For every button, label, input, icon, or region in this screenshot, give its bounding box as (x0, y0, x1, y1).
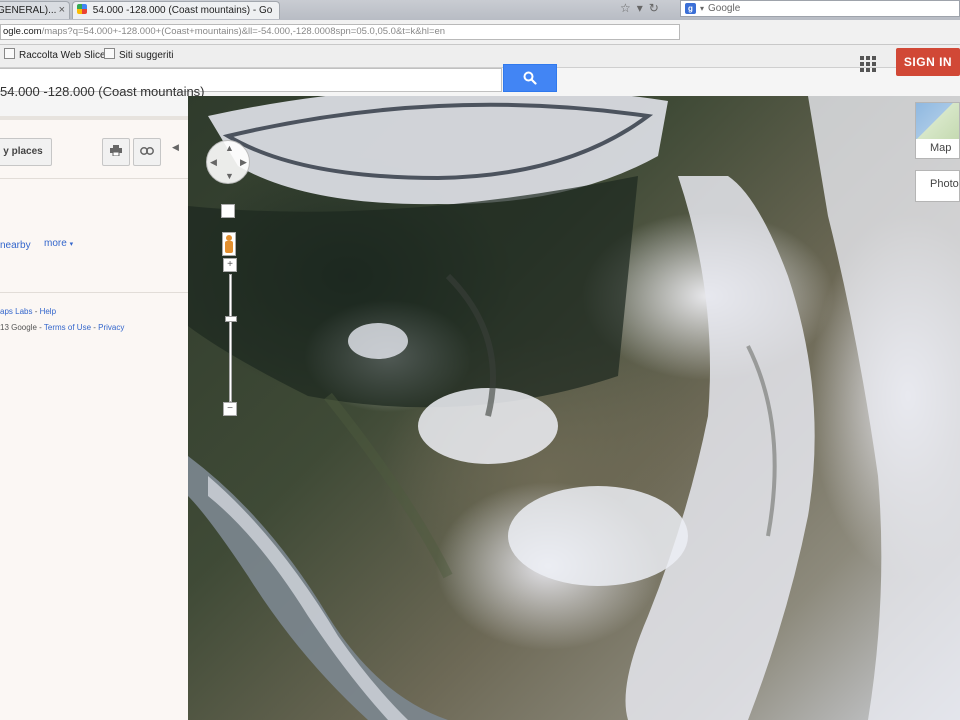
more-link[interactable]: more ▾ (44, 238, 73, 249)
tab-title: 54.000 -128.000 (Coast mountains) - Go (92, 5, 273, 16)
refresh-icon[interactable]: ↻ (649, 1, 665, 15)
maps-labs-link[interactable]: aps Labs (0, 307, 32, 316)
apps-grid-icon[interactable] (860, 56, 876, 72)
zoom-slider-handle[interactable] (225, 316, 237, 322)
browser-tab-general[interactable]: GENERAL)... × (0, 1, 70, 19)
my-places-button[interactable]: y places (0, 138, 52, 166)
privacy-link[interactable]: Privacy (98, 323, 124, 332)
bookmarks-bar: Raccolta Web Slice Siti suggeriti (0, 45, 960, 68)
pan-right-icon[interactable]: ▶ (240, 157, 247, 168)
pan-left-icon[interactable]: ◀ (210, 157, 217, 168)
map-thumbnail (916, 103, 959, 139)
suggested-sites-icon (104, 48, 115, 59)
star-icon[interactable]: ☆ (620, 1, 637, 15)
link-button[interactable] (133, 138, 161, 166)
link-icon (140, 147, 154, 155)
sign-in-button[interactable]: SIGN IN (896, 48, 960, 76)
pan-up-icon[interactable]: ▲ (225, 143, 234, 153)
google-maps-favicon-icon (77, 4, 87, 14)
search-nearby-link[interactable]: nearby (0, 240, 31, 251)
footer-links-row-1: aps Labs - Help (0, 307, 57, 316)
address-bar[interactable]: ogle.com/maps?q=54.000+-128.000+(Coast+m… (0, 24, 680, 40)
print-icon (110, 145, 122, 157)
zoom-reset-button[interactable] (221, 204, 235, 218)
search-button[interactable] (503, 64, 557, 92)
tab-title: GENERAL)... (0, 5, 57, 16)
zoom-out-button[interactable]: − (223, 402, 237, 416)
copyright-text: 13 Google (0, 323, 37, 332)
photo-type-label: Photo (930, 178, 959, 190)
zoom-slider-track[interactable] (229, 274, 232, 402)
toolbar-icons: ☆▾↻ (620, 1, 665, 15)
pan-down-icon[interactable]: ▼ (225, 171, 234, 181)
close-icon[interactable]: × (59, 2, 65, 19)
pan-control[interactable]: ▲ ▼ ◀ ▶ (206, 140, 250, 184)
web-slice-icon (4, 48, 15, 59)
map-type-label: Map (930, 142, 952, 154)
dropdown-arrow-icon[interactable]: ▾ (637, 1, 649, 15)
divider (0, 292, 188, 293)
divider (0, 178, 188, 179)
satellite-terrain-image (188, 96, 960, 720)
print-button[interactable] (102, 138, 130, 166)
pegman-street-view-icon[interactable] (222, 232, 236, 256)
left-panel: y places ◀ nearby more ▾ aps Labs - Help… (0, 120, 193, 720)
collapse-panel-icon[interactable]: ◀ (172, 142, 179, 153)
zoom-in-button[interactable]: + (223, 258, 237, 272)
map-type-map-button[interactable]: Map (915, 102, 960, 159)
bookmark-suggested-sites[interactable]: Siti suggeriti (104, 45, 173, 67)
search-engine-dropdown-icon[interactable]: ▾ (700, 4, 704, 13)
url-domain: ogle.com (3, 26, 42, 37)
satellite-map[interactable]: ▲ ▼ ◀ ▶ + − Map Photo (188, 96, 960, 720)
bookmark-label: Raccolta Web Slice (19, 50, 106, 61)
search-engine-label: Google (708, 3, 741, 14)
footer-links-row-2: 13 Google - Terms of Use - Privacy (0, 323, 125, 332)
search-icon (523, 71, 537, 85)
map-type-photo-button[interactable]: Photo (915, 170, 960, 202)
terms-link[interactable]: Terms of Use (44, 323, 91, 332)
browser-search-box[interactable]: g ▾ Google (680, 0, 960, 17)
bookmark-label: Siti suggeriti (119, 50, 174, 61)
browser-tab-bar: GENERAL)... × 54.000 -128.000 (Coast mou… (0, 0, 960, 21)
more-label: more (44, 238, 67, 249)
google-search-engine-icon[interactable]: g (685, 3, 696, 14)
help-link[interactable]: Help (40, 307, 56, 316)
browser-tab-maps[interactable]: 54.000 -128.000 (Coast mountains) - Go (72, 1, 280, 19)
url-path: /maps?q=54.000+-128.000+(Coast+mountains… (41, 26, 446, 37)
chevron-down-icon: ▾ (69, 241, 74, 248)
query-title: 54.000 -128.000 (Coast mountains) (0, 84, 205, 99)
bookmark-web-slice[interactable]: Raccolta Web Slice (4, 45, 106, 67)
url-bar-row: ogle.com/maps?q=54.000+-128.000+(Coast+m… (0, 20, 960, 45)
